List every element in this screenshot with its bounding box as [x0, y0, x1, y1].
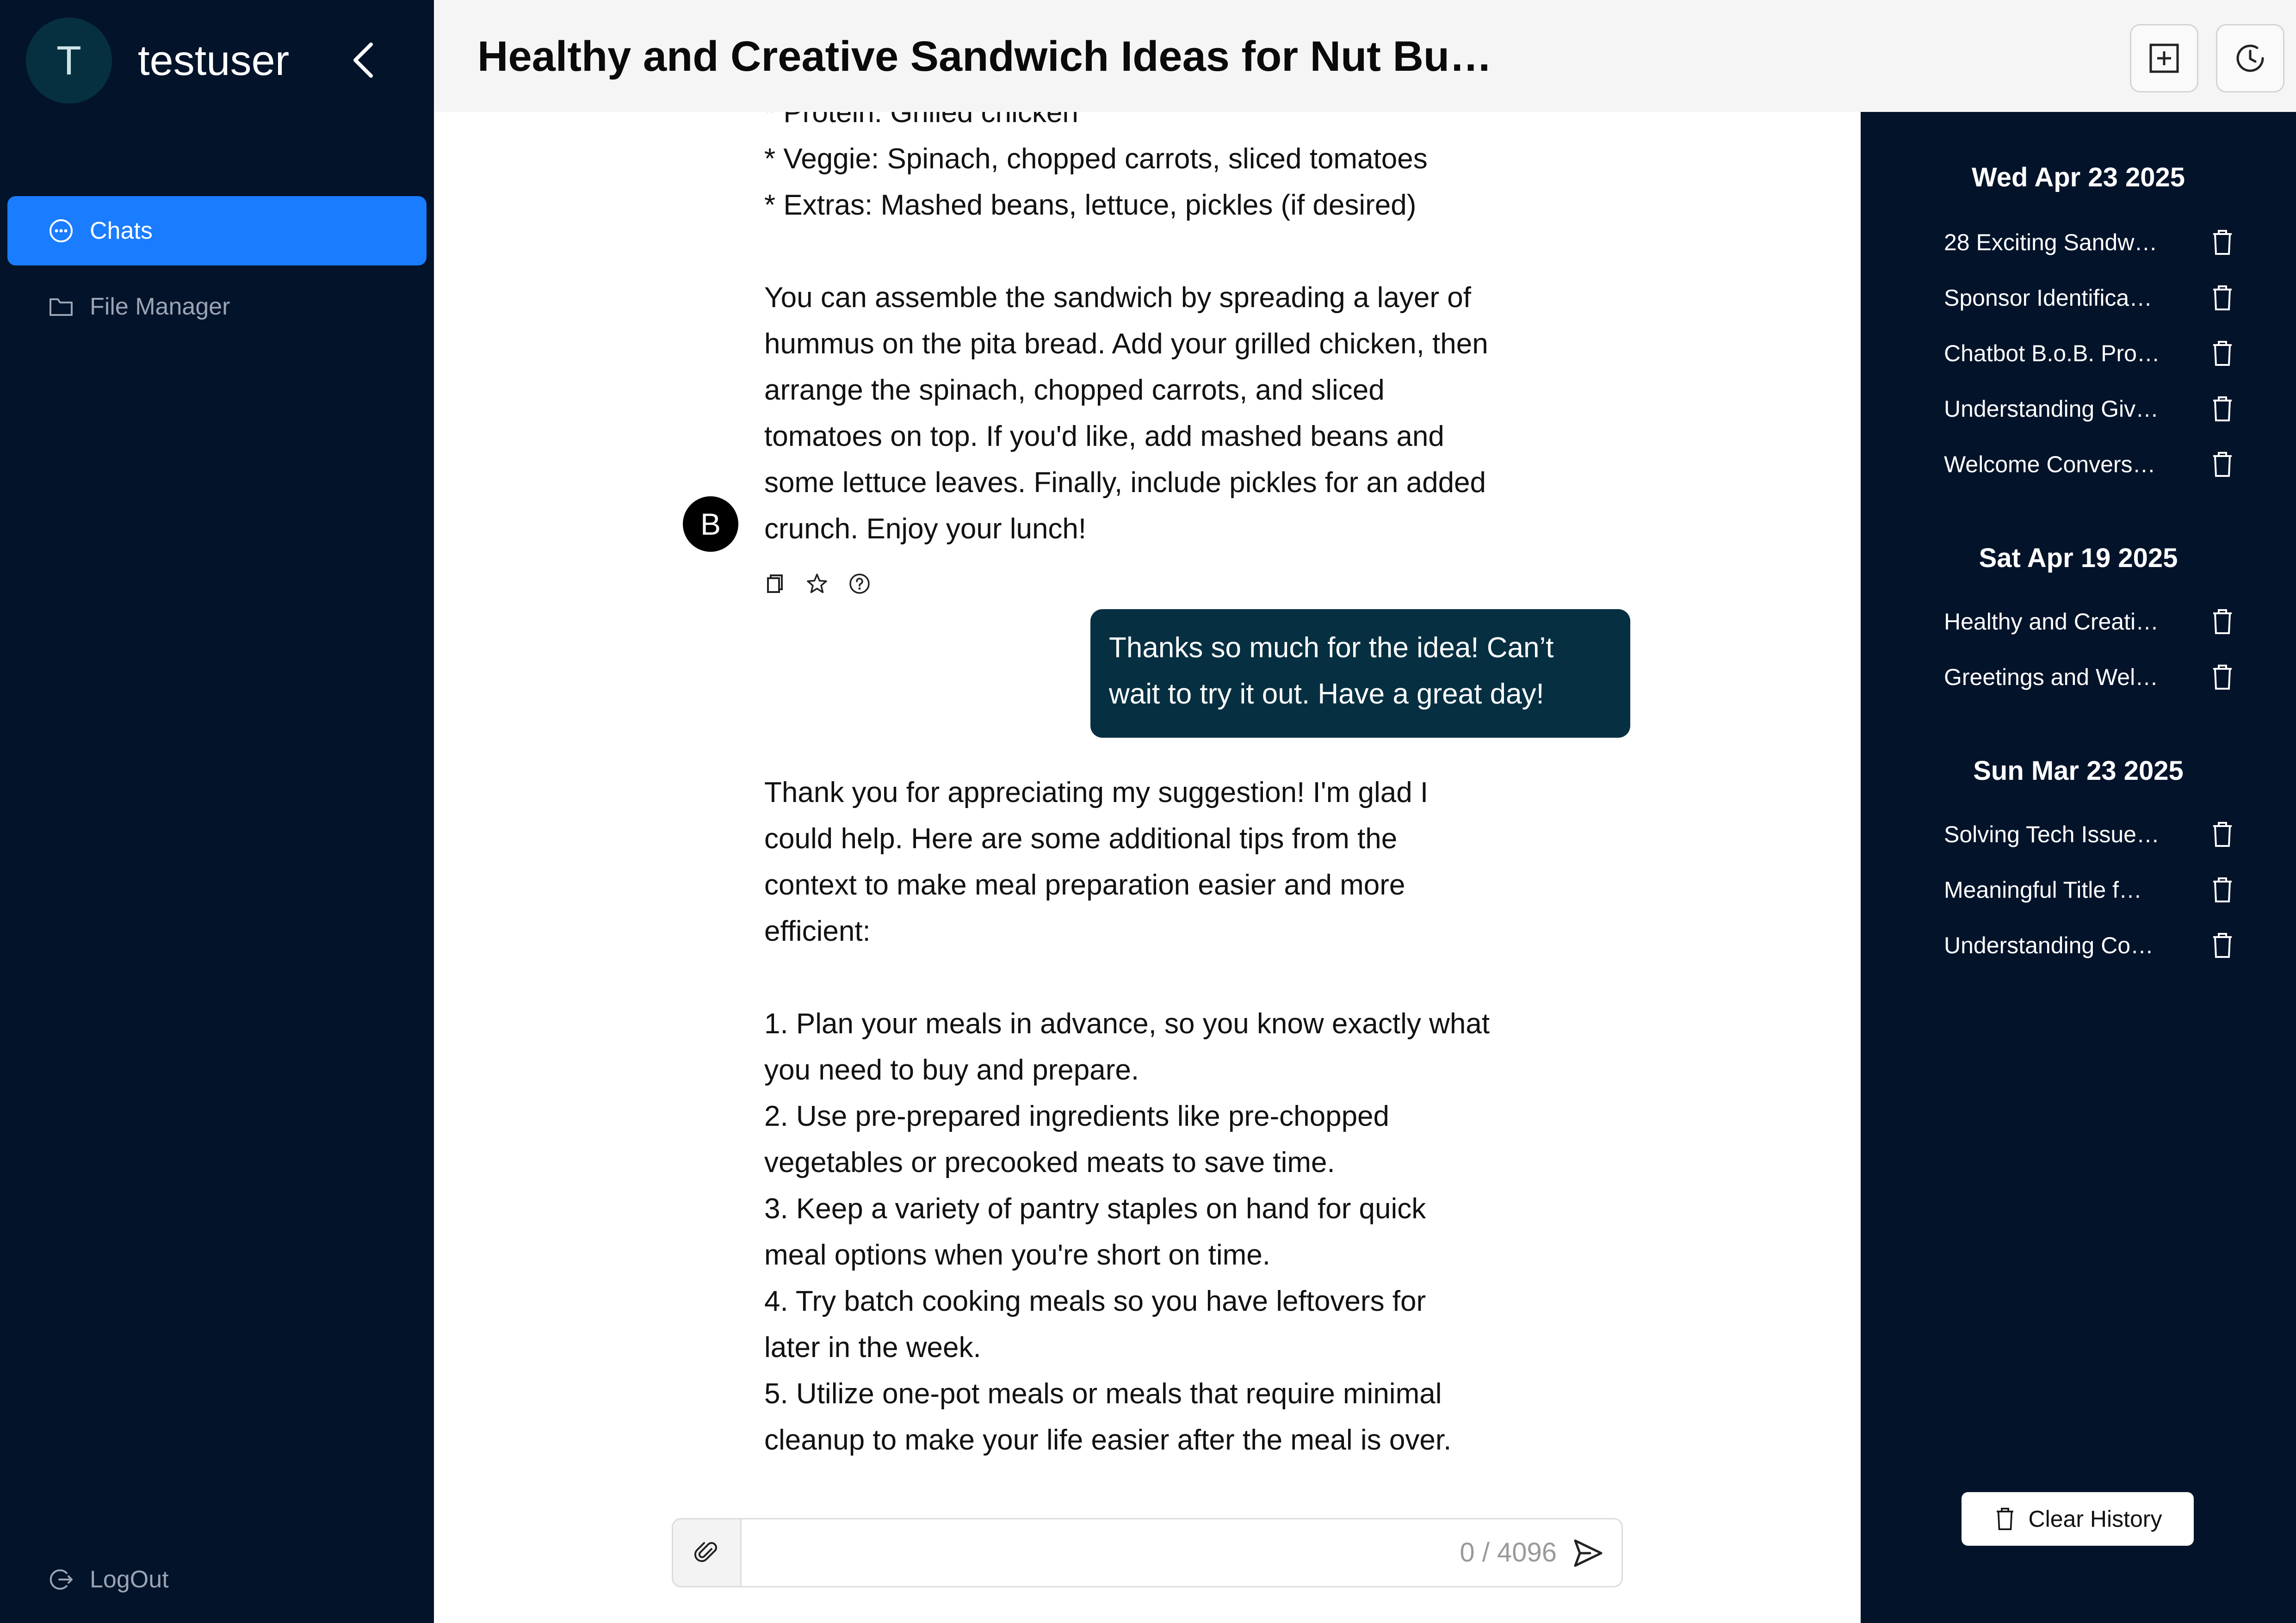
chat-header: Healthy and Creative Sandwich Ideas for …	[434, 0, 2296, 112]
trash-icon[interactable]	[2209, 663, 2235, 691]
chat-messages[interactable]: * Protein: Grilled chicken * Veggie: Spi…	[434, 112, 1861, 1481]
history-item-label: Welcome Convers…	[1944, 451, 2156, 477]
copy-icon[interactable]	[763, 573, 786, 595]
history-item-label: Sponsor Identifica…	[1944, 285, 2153, 311]
history-item[interactable]: Greetings and Wel…	[1944, 655, 2222, 699]
chevron-left-icon	[353, 43, 373, 78]
history-item-label: Solving Tech Issue…	[1944, 821, 2160, 847]
nav-item-file-manager[interactable]: File Manager	[7, 272, 427, 341]
collapse-sidebar-button[interactable]	[345, 36, 382, 84]
question-circle-icon[interactable]	[848, 573, 871, 595]
bot-message: Thank you for appreciating my suggestion…	[764, 777, 1490, 1456]
trash-icon[interactable]	[2209, 932, 2235, 959]
history-item-label: Understanding Co…	[1944, 932, 2154, 958]
message-composer: 0 / 4096	[672, 1518, 1623, 1587]
nav-item-chats[interactable]: Chats	[7, 196, 427, 265]
chat-bubble-icon	[50, 219, 73, 242]
logout-icon	[50, 1569, 73, 1590]
user-message: Thanks so much for the idea! Can’t wait …	[1090, 609, 1630, 738]
new-chat-button[interactable]	[2130, 24, 2198, 93]
history-item[interactable]: 28 Exciting Sandw…	[1944, 220, 2222, 265]
history-icon	[2236, 44, 2264, 72]
clear-history-label: Clear History	[2028, 1506, 2162, 1532]
nav-label-logout: LogOut	[90, 1566, 169, 1593]
history-item[interactable]: Meaningful Title f…	[1944, 868, 2222, 912]
char-counter: 0 / 4096	[1460, 1537, 1557, 1567]
paperclip-icon	[694, 1542, 717, 1562]
history-date-heading: Sun Mar 23 2025	[1973, 756, 2184, 786]
user-profile: T testuser	[26, 18, 289, 104]
username: testuser	[138, 37, 290, 84]
logout-button[interactable]: LogOut	[7, 1545, 427, 1614]
history-date-heading: Wed Apr 23 2025	[1972, 162, 2185, 192]
history-button[interactable]	[2216, 24, 2284, 93]
trash-icon[interactable]	[2209, 821, 2235, 848]
send-icon	[1574, 1539, 1603, 1567]
nav-label-chats: Chats	[90, 217, 153, 244]
plus-square-icon	[2149, 43, 2179, 73]
clear-history-button[interactable]: Clear History	[1962, 1492, 2194, 1546]
trash-icon[interactable]	[2209, 608, 2235, 636]
star-icon[interactable]	[806, 573, 828, 595]
history-date-heading: Sat Apr 19 2025	[1979, 543, 2178, 573]
history-item[interactable]: Healthy and Creati…	[1944, 599, 2222, 644]
trash-icon[interactable]	[2209, 395, 2235, 423]
history-item-label: Chatbot B.o.B. Pro…	[1944, 340, 2160, 366]
user-avatar: T	[26, 18, 112, 104]
history-item-label: Understanding Giv…	[1944, 396, 2159, 422]
trash-icon[interactable]	[2209, 228, 2235, 256]
trash-icon[interactable]	[2209, 339, 2235, 367]
attach-button[interactable]	[673, 1519, 742, 1586]
folder-icon	[50, 298, 73, 316]
history-item[interactable]: Chatbot B.o.B. Pro…	[1944, 331, 2222, 376]
left-sidebar: T testuser Chats File Manager LogOut	[0, 0, 434, 1623]
bot-avatar: B	[683, 496, 738, 552]
trash-icon[interactable]	[2209, 450, 2235, 478]
message-input[interactable]	[747, 1529, 1441, 1577]
history-item[interactable]: Welcome Convers…	[1944, 442, 2222, 487]
history-item-label: Greetings and Wel…	[1944, 664, 2159, 690]
trash-icon[interactable]	[2209, 876, 2235, 904]
send-button[interactable]	[1571, 1536, 1605, 1570]
message-actions	[763, 573, 871, 595]
page-title: Healthy and Creative Sandwich Ideas for …	[477, 33, 1495, 80]
history-item-label: Meaningful Title f…	[1944, 877, 2142, 903]
trash-icon[interactable]	[2209, 284, 2235, 312]
history-item[interactable]: Understanding Co…	[1944, 923, 2222, 968]
history-item-label: Healthy and Creati…	[1944, 609, 2159, 635]
bot-message: * Protein: Grilled chicken * Veggie: Spi…	[764, 112, 1488, 545]
history-item[interactable]: Solving Tech Issue…	[1944, 812, 2222, 857]
history-item-label: 28 Exciting Sandw…	[1944, 229, 2158, 255]
nav-label-file-manager: File Manager	[90, 293, 230, 320]
history-item[interactable]: Sponsor Identifica…	[1944, 276, 2222, 320]
history-item[interactable]: Understanding Giv…	[1944, 387, 2222, 431]
trash-icon	[1996, 1507, 2013, 1530]
